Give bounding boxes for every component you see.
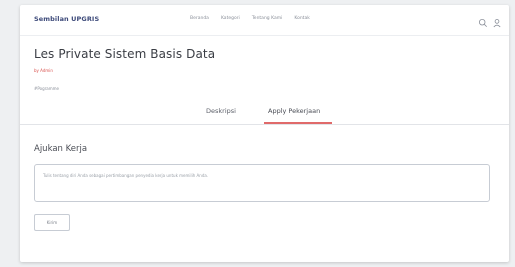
textarea-placeholder: Tulis tentang diri Anda sebagai pertimba… bbox=[43, 173, 209, 178]
page-card: Sembilan UPGRIS Beranda Kategori Tentang… bbox=[20, 5, 509, 262]
author-link[interactable]: by Admin bbox=[34, 68, 53, 73]
brand-logo[interactable]: Sembilan UPGRIS bbox=[34, 15, 99, 23]
tab-bar: Deskripsi Apply Pekerjaan bbox=[20, 100, 509, 125]
page-background: Sembilan UPGRIS Beranda Kategori Tentang… bbox=[0, 0, 515, 267]
nav-link-kategori[interactable]: Kategori bbox=[221, 16, 240, 21]
nav-link-kontak[interactable]: Kontak bbox=[294, 16, 309, 21]
apply-heading: Ajukan Kerja bbox=[34, 144, 88, 154]
submit-button[interactable]: Kirim bbox=[34, 214, 70, 231]
page-title: Les Private Sistem Basis Data bbox=[34, 47, 216, 61]
search-icon[interactable] bbox=[478, 13, 488, 27]
tab-deskripsi[interactable]: Deskripsi bbox=[206, 107, 236, 115]
category-tag[interactable]: #Pogramme bbox=[34, 86, 59, 91]
nav-link-tentang-kami[interactable]: Tentang Kami bbox=[252, 16, 283, 21]
active-tab-indicator bbox=[264, 122, 332, 124]
nav-link-beranda[interactable]: Beranda bbox=[190, 16, 209, 21]
submit-button-label: Kirim bbox=[46, 220, 58, 225]
user-icon[interactable] bbox=[492, 13, 502, 28]
tab-apply-pekerjaan[interactable]: Apply Pekerjaan bbox=[268, 107, 320, 115]
navbar: Sembilan UPGRIS Beranda Kategori Tentang… bbox=[20, 5, 509, 36]
application-textarea[interactable]: Tulis tentang diri Anda sebagai pertimba… bbox=[34, 164, 490, 202]
nav-links: Beranda Kategori Tentang Kami Kontak bbox=[190, 16, 322, 21]
